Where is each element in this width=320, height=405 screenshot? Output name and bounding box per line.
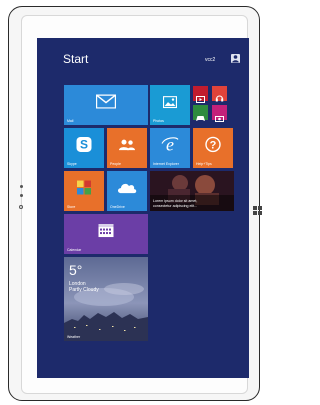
svg-text:S: S [80, 137, 88, 151]
skype-tile[interactable]: S Skype [64, 128, 104, 168]
help-tile[interactable]: ? Help+Tips [193, 128, 233, 168]
sensor-dot [20, 194, 23, 197]
skype-label: Skype [67, 162, 77, 166]
photos-tile[interactable]: Photos [150, 85, 190, 125]
camera-icon [215, 109, 224, 127]
ie-icon: e [161, 134, 179, 157]
store-label: Store [67, 205, 76, 209]
onedrive-tile[interactable]: OneDrive [107, 171, 147, 211]
ie-tile[interactable]: e Internet Explorer [150, 128, 190, 168]
camera-dot [20, 185, 23, 188]
calendar-label: Calendar [67, 248, 82, 252]
people-tile[interactable]: People [107, 128, 147, 168]
news-headline: Lorem ipsum dolor sit amet, consectetur … [153, 199, 198, 208]
people-icon [118, 138, 136, 156]
windows-key-icon[interactable] [253, 202, 262, 220]
photos-label: Photos [153, 119, 164, 123]
calendar-tile[interactable]: Calendar [64, 214, 148, 254]
mail-label: Mail [67, 119, 74, 123]
help-icon: ? [205, 136, 221, 157]
store-tile[interactable]: Store [64, 171, 104, 211]
games-tile[interactable] [193, 105, 208, 121]
mail-tile[interactable]: Mail [64, 85, 148, 125]
weather-label: Weather [67, 335, 81, 339]
start-screen: Start vcc2 Mail Photos S Skype People e … [37, 38, 249, 378]
start-title: Start [63, 52, 89, 66]
mail-icon [95, 94, 117, 114]
user-name[interactable]: vcc2 [205, 57, 215, 63]
skype-icon: S [76, 136, 92, 157]
weather-temperature: 5° [69, 262, 83, 278]
help-label: Help+Tips [196, 162, 212, 166]
ie-label: Internet Explorer [153, 162, 179, 166]
cloud-icon [117, 181, 137, 199]
onedrive-label: OneDrive [110, 205, 125, 209]
hardware-button[interactable] [19, 205, 23, 209]
photos-icon [162, 95, 178, 113]
user-icon[interactable] [231, 54, 240, 63]
weather-description: Partly Cloudy [69, 287, 99, 293]
video-tile[interactable] [193, 86, 208, 103]
calendar-icon [98, 224, 114, 243]
svg-text:?: ? [210, 139, 217, 151]
weather-tile[interactable]: 5° London Partly Cloudy Weather [64, 257, 148, 341]
store-icon [77, 180, 91, 200]
camera-tile[interactable] [212, 105, 227, 122]
games-icon [195, 109, 206, 127]
people-label: People [110, 162, 121, 166]
news-tile[interactable]: Lorem ipsum dolor sit amet, consectetur … [150, 171, 234, 211]
music-tile[interactable] [212, 86, 227, 102]
